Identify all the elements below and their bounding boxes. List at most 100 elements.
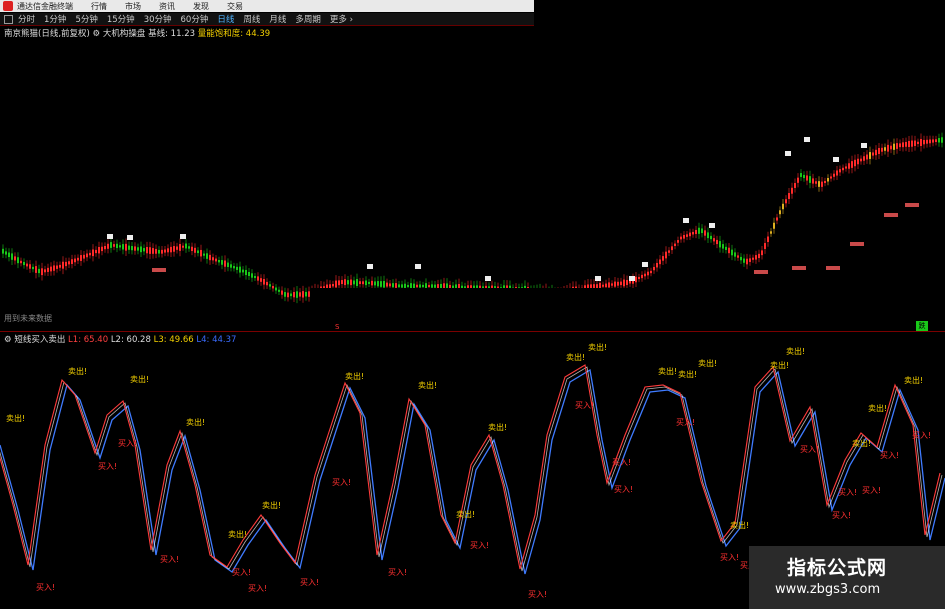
gear-icon[interactable]: ⚙ xyxy=(4,335,12,345)
candle-body xyxy=(626,280,628,286)
candle-body xyxy=(62,261,64,269)
candle-body xyxy=(857,158,859,165)
candle-body xyxy=(122,244,124,250)
candle-body xyxy=(671,246,673,251)
candle-body xyxy=(623,279,625,287)
candle-body xyxy=(788,193,790,199)
buy-label: 买入! xyxy=(36,583,55,592)
candle-body xyxy=(341,280,343,285)
candle-body xyxy=(869,152,871,159)
candle-body xyxy=(89,252,91,256)
candle-body xyxy=(50,266,52,272)
candle-body xyxy=(158,249,160,254)
candle-body xyxy=(152,248,154,254)
candle-body xyxy=(689,232,691,237)
candle-body xyxy=(2,248,4,254)
candle-body xyxy=(686,234,688,237)
signal-flag-icon xyxy=(861,143,867,148)
buy-label: 买入! xyxy=(800,445,819,454)
signal-flag-icon xyxy=(107,234,113,239)
candle-body xyxy=(41,268,43,276)
candle-body xyxy=(743,258,745,263)
candle-body xyxy=(32,266,34,270)
candle-body xyxy=(728,247,730,254)
candle-body xyxy=(170,246,172,253)
candle-body xyxy=(374,281,376,286)
sub-indicator-name[interactable]: 短线买入卖出 xyxy=(14,335,65,345)
candle-body xyxy=(185,243,187,249)
sell-label: 卖出! xyxy=(345,371,364,381)
candle-body xyxy=(860,158,862,162)
candle-body xyxy=(35,266,37,273)
candle-body xyxy=(257,276,259,281)
signal-flag-icon xyxy=(180,234,186,239)
candle-body xyxy=(635,276,637,283)
candle-body xyxy=(119,245,121,248)
candle-body xyxy=(149,247,151,254)
sell-label: 卖出! xyxy=(730,520,749,530)
candle-body xyxy=(407,284,409,288)
candle-body xyxy=(128,245,130,250)
candle-body xyxy=(668,250,670,253)
candle-body xyxy=(707,232,709,239)
candle-body xyxy=(80,255,82,261)
sell-label: 卖出! xyxy=(6,413,25,423)
candle-body xyxy=(902,142,904,148)
candle-body xyxy=(53,265,55,271)
sell-label: 卖出! xyxy=(588,342,607,352)
candle-body xyxy=(761,250,763,256)
l3-label: L3: xyxy=(153,335,167,345)
candle-body xyxy=(854,159,856,167)
candle-body xyxy=(14,256,16,261)
signal-flag-icon xyxy=(485,276,491,281)
candle-body xyxy=(650,270,652,274)
candle-body xyxy=(239,266,241,273)
candle-body xyxy=(302,291,304,298)
candle-body xyxy=(917,141,919,144)
candle-body xyxy=(386,282,388,287)
buy-tag-icon xyxy=(754,270,768,274)
candle-body xyxy=(638,276,640,280)
candle-body xyxy=(863,156,865,161)
sell-label: 卖出! xyxy=(186,417,205,427)
candle-body xyxy=(110,242,112,248)
buy-label: 买入! xyxy=(332,478,351,487)
buy-label: 买入! xyxy=(300,578,319,587)
candle-body xyxy=(833,173,835,177)
sell-label: 卖出! xyxy=(262,500,281,510)
candle-body xyxy=(92,249,94,257)
candle-body xyxy=(95,249,97,254)
signal-flag-icon xyxy=(804,137,810,142)
oscillator-fast-line xyxy=(0,364,941,570)
candle-body xyxy=(335,280,337,288)
candle-body xyxy=(785,199,787,204)
candle-body xyxy=(167,248,169,253)
candle-body xyxy=(362,281,364,285)
candle-body xyxy=(923,139,925,145)
candle-body xyxy=(872,152,874,156)
l4-value: 44.37 xyxy=(212,335,237,345)
signal-flag-icon xyxy=(367,264,373,269)
candle-body xyxy=(350,279,352,286)
candle-body xyxy=(392,283,394,288)
candle-body xyxy=(734,252,736,257)
candle-body xyxy=(194,247,196,253)
pane-divider[interactable] xyxy=(0,331,945,332)
candle-body xyxy=(629,280,631,284)
candle-body xyxy=(674,243,676,247)
sell-label: 卖出! xyxy=(228,529,247,539)
future-data-note: 用到未来数据 xyxy=(4,314,52,323)
signal-flag-icon xyxy=(595,276,601,281)
sell-label: 卖出! xyxy=(68,366,87,376)
l3-value: 49.66 xyxy=(169,335,194,345)
buy-tag-icon xyxy=(850,242,864,246)
candle-body xyxy=(203,253,205,256)
candle-body xyxy=(428,284,430,288)
candle-body xyxy=(272,285,274,289)
candle-body xyxy=(278,289,280,292)
candle-body xyxy=(710,235,712,240)
candle-body xyxy=(338,280,340,286)
candle-body xyxy=(803,174,805,179)
candle-body xyxy=(365,280,367,286)
candle-body xyxy=(818,181,820,187)
